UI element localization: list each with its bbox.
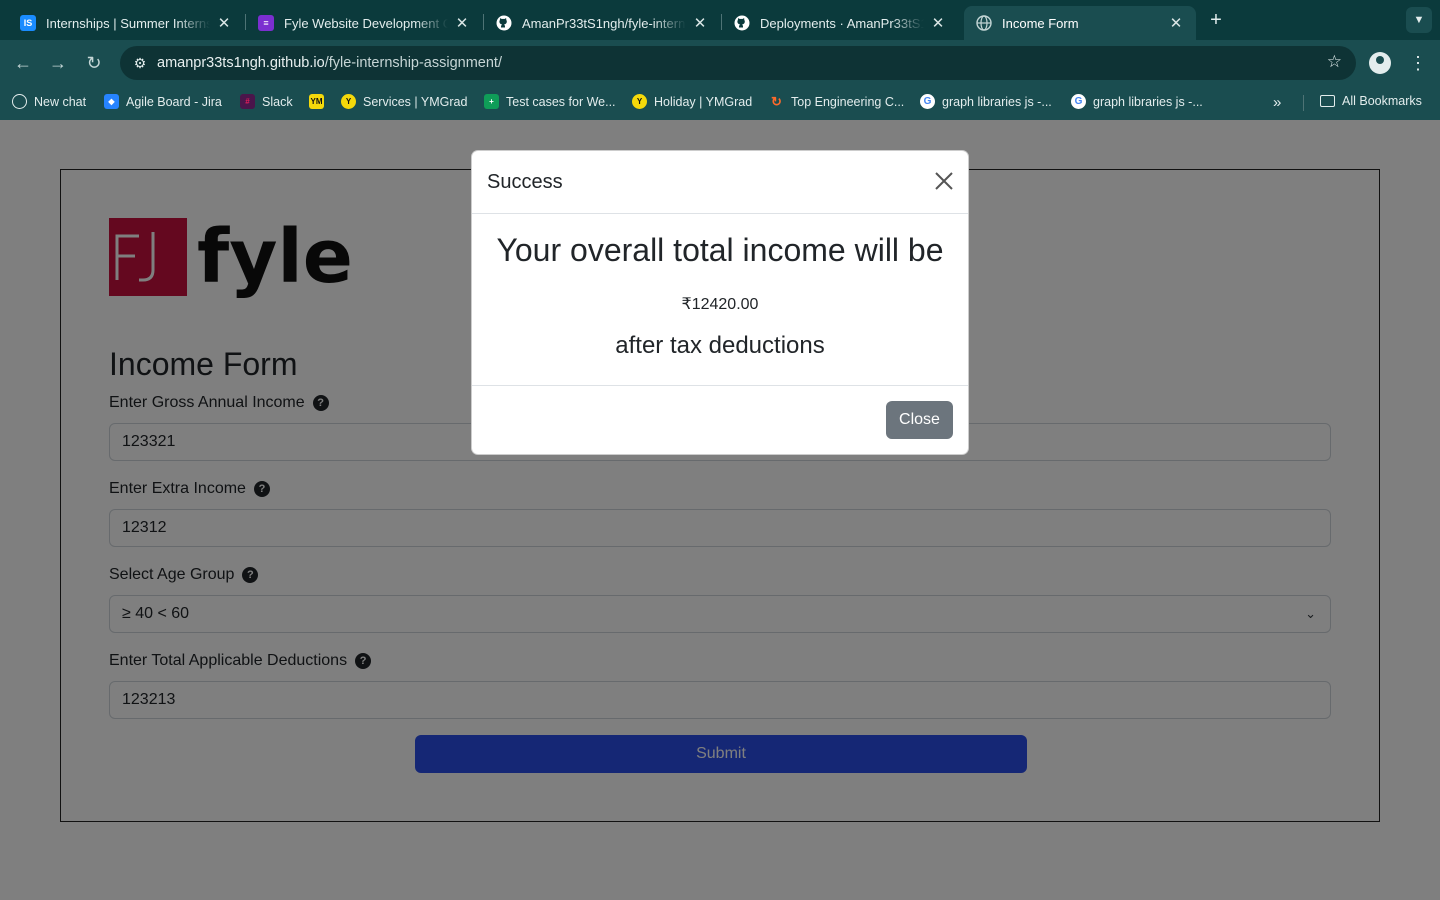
- tab-github-repo[interactable]: AmanPr33tS1ngh/fyle-internship ✕: [484, 6, 720, 40]
- bookmark-label: Holiday | YMGrad: [654, 94, 753, 109]
- bookmark-label: graph libraries js -...: [942, 94, 1052, 109]
- url-path: /fyle-internship-assignment/: [324, 55, 502, 71]
- url-text[interactable]: amanpr33ts1ngh.github.io/fyle-internship…: [157, 55, 502, 71]
- new-tab-icon[interactable]: +: [1204, 8, 1228, 32]
- tab-internships[interactable]: IS Internships | Summer Internship ✕: [8, 6, 244, 40]
- bookmark-star-icon[interactable]: ☆: [1327, 52, 1342, 72]
- url-host: amanpr33ts1ngh.github.io: [157, 55, 325, 71]
- bookmark-top-engineering[interactable]: ↻ Top Engineering C...: [769, 94, 904, 109]
- internshala-icon: IS: [20, 15, 36, 31]
- tab-title: Fyle Website Development Challenge: [284, 15, 448, 31]
- modal-header: Success: [472, 151, 968, 214]
- ymgrad-icon: Y: [341, 94, 356, 109]
- bookmark-holiday-ymgrad[interactable]: Y Holiday | YMGrad: [632, 94, 752, 109]
- reload-icon[interactable]: ↻: [81, 50, 107, 76]
- profile-avatar-icon[interactable]: [1369, 52, 1391, 74]
- bookmark-label: Services | YMGrad: [363, 94, 468, 109]
- forward-arrow-icon[interactable]: →: [45, 50, 71, 76]
- close-icon[interactable]: [932, 169, 956, 193]
- bookmarks-divider: [1303, 95, 1304, 111]
- address-bar[interactable]: ⚙ amanpr33ts1ngh.github.io/fyle-internsh…: [120, 46, 1356, 80]
- tab-search-chevron-icon[interactable]: ▼: [1406, 7, 1432, 33]
- chatgpt-icon: [12, 94, 27, 109]
- bookmark-label: graph libraries js -...: [1093, 94, 1203, 109]
- sheets-icon: +: [484, 94, 499, 109]
- close-tab-icon[interactable]: ✕: [454, 14, 470, 32]
- result-subtext: after tax deductions: [615, 332, 825, 359]
- bookmark-test-cases[interactable]: + Test cases for We...: [484, 94, 616, 109]
- tab-title: AmanPr33tS1ngh/fyle-internship: [522, 15, 686, 31]
- bookmark-label: Agile Board - Jira: [126, 94, 222, 109]
- bookmark-graph-libraries-2[interactable]: G graph libraries js -...: [1071, 94, 1203, 109]
- close-tab-icon[interactable]: ✕: [692, 14, 708, 32]
- jira-icon: ◆: [104, 94, 119, 109]
- google-icon: G: [920, 94, 935, 109]
- forms-icon: ≡: [258, 15, 274, 31]
- result-headline: Your overall total income will be: [496, 232, 944, 268]
- close-button[interactable]: Close: [886, 401, 953, 439]
- tab-strip: IS Internships | Summer Internship ✕ ≡ F…: [0, 0, 1440, 40]
- bookmark-jira[interactable]: ◆ Agile Board - Jira: [104, 94, 222, 109]
- site-info-icon[interactable]: ⚙: [130, 53, 150, 73]
- bookmark-ym[interactable]: YM: [309, 94, 331, 109]
- ymgrad-icon: Y: [632, 94, 647, 109]
- bookmark-graph-libraries-1[interactable]: G graph libraries js -...: [920, 94, 1052, 109]
- close-tab-icon[interactable]: ✕: [930, 14, 946, 32]
- bookmark-label: New chat: [34, 94, 87, 109]
- google-icon: G: [1071, 94, 1086, 109]
- tab-income-form[interactable]: Income Form ✕: [964, 6, 1196, 40]
- bookmark-new-chat[interactable]: New chat: [12, 94, 86, 109]
- success-modal: Success Your overall total income will b…: [471, 150, 969, 455]
- modal-body: Your overall total income will be ₹12420…: [472, 214, 968, 386]
- slack-icon: #: [240, 94, 255, 109]
- tab-title: Income Form: [1002, 15, 1079, 31]
- modal-title: Success: [487, 171, 563, 193]
- refresh-orange-icon: ↻: [771, 93, 782, 109]
- tab-title: Internships | Summer Internship: [46, 15, 210, 31]
- browser-toolbar: ← → ↻ ⚙ amanpr33ts1ngh.github.io/fyle-in…: [0, 40, 1440, 86]
- modal-footer: Close: [472, 386, 968, 456]
- close-tab-icon[interactable]: ✕: [216, 14, 232, 32]
- tab-deployments[interactable]: Deployments · AmanPr33tS1ngh ✕: [722, 6, 958, 40]
- all-bookmarks-button[interactable]: All Bookmarks: [1320, 94, 1422, 108]
- bookmark-services-ymgrad[interactable]: Y Services | YMGrad: [341, 94, 467, 109]
- back-arrow-icon[interactable]: ←: [10, 50, 36, 76]
- all-bookmarks-label: All Bookmarks: [1342, 94, 1422, 108]
- more-bookmarks-chevron-icon[interactable]: »: [1273, 94, 1281, 111]
- ym-icon: YM: [309, 94, 324, 109]
- github-icon: [496, 15, 512, 31]
- tab-title: Deployments · AmanPr33tS1ngh: [760, 15, 924, 31]
- close-tab-icon[interactable]: ✕: [1168, 14, 1184, 32]
- bookmarks-bar: New chat ◆ Agile Board - Jira # Slack YM…: [0, 86, 1440, 120]
- result-amount: ₹12420.00: [681, 296, 759, 313]
- globe-icon: [976, 15, 992, 31]
- bookmark-label: Test cases for We...: [506, 94, 616, 109]
- bookmark-slack[interactable]: # Slack: [240, 94, 293, 109]
- tab-fyle-challenge[interactable]: ≡ Fyle Website Development Challenge ✕: [246, 6, 482, 40]
- github-icon: [734, 15, 750, 31]
- menu-kebab-icon[interactable]: ⋮: [1408, 51, 1428, 75]
- bookmark-label: Top Engineering C...: [791, 94, 905, 109]
- bookmark-label: Slack: [262, 94, 293, 109]
- folder-icon: [1320, 95, 1335, 107]
